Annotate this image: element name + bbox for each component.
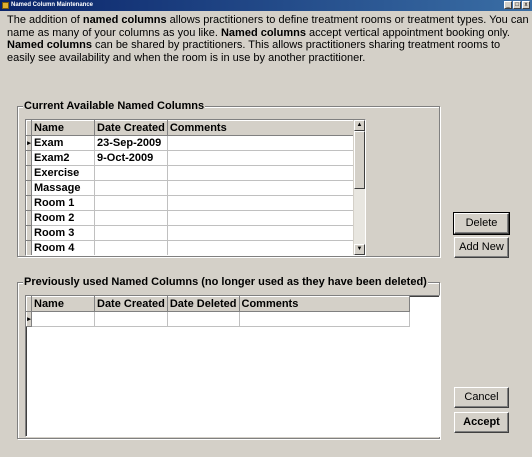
title-bar: Named Column Maintenance _ □ x [0,0,532,11]
scroll-down-button[interactable]: ▼ [354,244,365,255]
intro-bold-text: Named columns [220,26,306,39]
table-row[interactable]: ▸ Exam 23-Sep-2009 [26,135,355,151]
intro-text-segment: The addition of [7,14,83,26]
cell-date-created[interactable] [94,225,168,241]
cell-date-created[interactable] [94,210,168,226]
app-icon [2,2,9,9]
cell-date-deleted[interactable] [166,311,240,327]
table-row[interactable]: Exercise [26,165,355,181]
cell-date-created[interactable] [94,311,168,327]
cell-date-created[interactable]: 9-Oct-2009 [94,150,168,166]
cell-name[interactable]: Room 4 [31,240,95,255]
cancel-button[interactable]: Cancel [454,387,509,408]
maximize-button[interactable]: □ [513,1,521,9]
intro-text-segment: accept vertical appointment booking only… [305,26,510,39]
table-row[interactable]: ▸ [26,311,410,327]
cell-name[interactable]: Room 3 [31,225,95,241]
cell-comments[interactable] [166,165,355,181]
scroll-up-button[interactable]: ▲ [354,120,365,131]
cell-comments[interactable] [166,225,355,241]
window-controls: _ □ x [504,1,530,10]
scroll-thumb[interactable] [354,131,365,189]
column-header-name[interactable]: Name [31,120,95,136]
cell-comments[interactable] [166,210,355,226]
window-title: Named Column Maintenance [11,2,94,8]
cell-comments[interactable] [166,180,355,196]
cell-date-created[interactable] [94,180,168,196]
cell-comments[interactable] [238,311,410,327]
intro-text: The addition of named columns allows pra… [7,14,529,64]
column-header-date-created[interactable]: Date Created [94,120,168,136]
cell-name[interactable]: Exam [31,135,95,151]
table-row[interactable]: Exam2 9-Oct-2009 [26,150,355,166]
delete-button[interactable]: Delete [453,212,510,235]
table-row[interactable]: Room 2 [26,210,355,226]
cell-comments[interactable] [166,195,355,211]
close-button[interactable]: x [522,1,530,9]
cell-name[interactable] [31,311,95,327]
table-row[interactable]: Massage [26,180,355,196]
column-header-comments[interactable]: Comments [166,120,355,136]
cell-name[interactable]: Room 2 [31,210,95,226]
intro-bold-text: Named columns [7,39,92,51]
current-group-title: Current Available Named Columns [23,100,206,113]
previous-group-title: Previously used Named Columns (no longer… [23,276,428,289]
cell-comments[interactable] [166,150,355,166]
column-header-date-deleted[interactable]: Date Deleted [166,296,240,312]
current-named-columns-grid[interactable]: Name Date Created Comments ▸ Exam 23-Sep-2… [25,119,366,256]
table-row[interactable]: Room 4 [26,240,355,255]
cell-comments[interactable] [166,240,355,255]
column-header-name[interactable]: Name [31,296,95,312]
accept-button[interactable]: Accept [454,412,509,433]
cell-name[interactable]: Room 1 [31,195,95,211]
cell-date-created[interactable] [94,240,168,255]
cell-date-created[interactable] [94,165,168,181]
column-header-comments[interactable]: Comments [238,296,410,312]
current-grid-scrollbar[interactable]: ▲ ▼ [353,120,365,255]
cell-name[interactable]: Massage [31,180,95,196]
cell-name[interactable]: Exercise [31,165,95,181]
cell-date-created[interactable]: 23-Sep-2009 [94,135,168,151]
intro-bold-text: named columns [82,14,167,26]
table-row[interactable]: Room 3 [26,225,355,241]
cell-comments[interactable] [166,135,355,151]
previous-named-columns-grid[interactable]: Name Date Created Date Deleted Comments … [25,295,440,437]
minimize-button[interactable]: _ [504,1,512,9]
add-new-button[interactable]: Add New [454,237,509,258]
cell-name[interactable]: Exam2 [31,150,95,166]
table-row[interactable]: Room 1 [26,195,355,211]
cell-date-created[interactable] [94,195,168,211]
column-header-date-created[interactable]: Date Created [94,296,168,312]
